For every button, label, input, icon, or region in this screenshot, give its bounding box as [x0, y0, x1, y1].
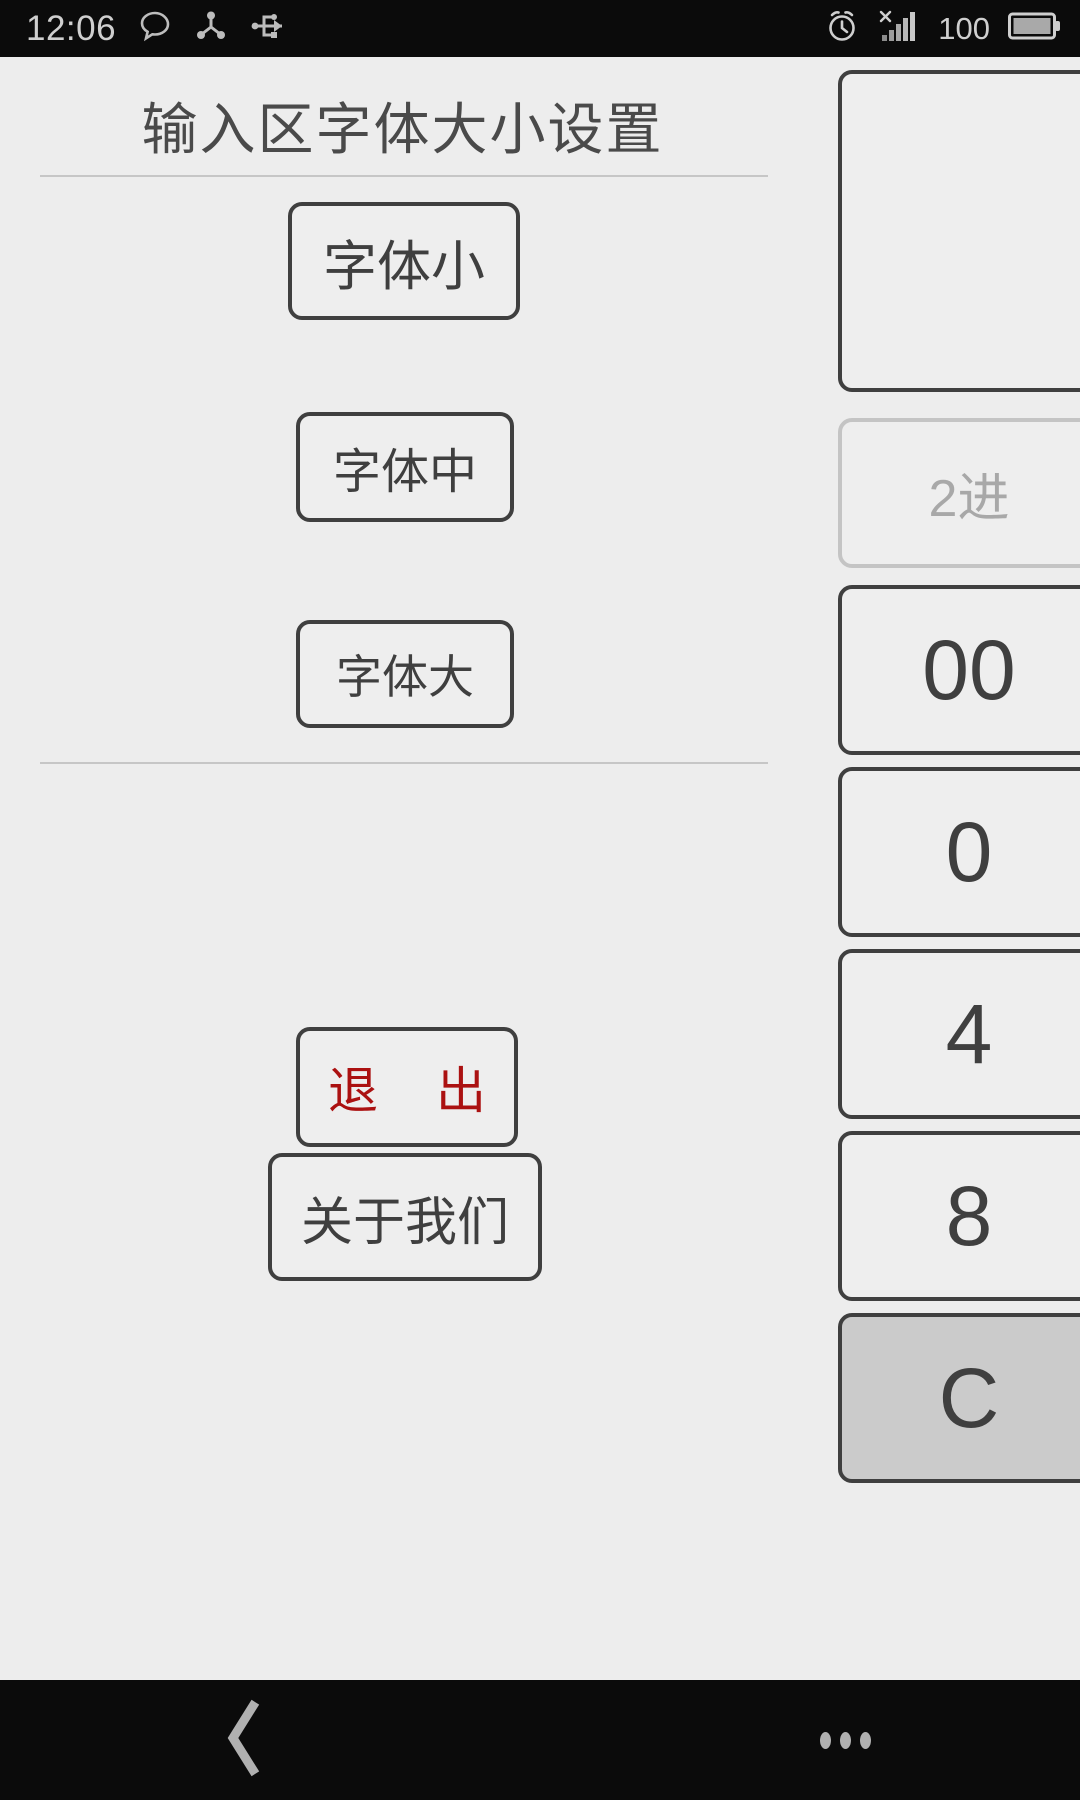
status-bar-right: 100 — [824, 8, 1062, 49]
calc-display — [838, 70, 1080, 392]
battery-icon — [1008, 9, 1062, 48]
calc-eight-button[interactable]: 8 — [838, 1131, 1080, 1301]
share-nodes-icon — [194, 9, 228, 48]
overflow-menu-icon-dot2 — [839, 1731, 851, 1749]
calc-clear-button[interactable]: C — [838, 1313, 1080, 1483]
divider-middle — [40, 762, 768, 764]
about-us-button[interactable]: 关于我们 — [268, 1153, 542, 1281]
speech-bubble-icon — [138, 9, 172, 48]
back-button[interactable] — [185, 1680, 305, 1800]
usb-icon — [250, 9, 288, 48]
status-bar: 12:06 100 — [0, 0, 1080, 57]
font-size-medium-button[interactable]: 字体中 — [296, 412, 514, 522]
battery-percent-label: 100 — [938, 11, 990, 46]
status-bar-clock: 12:06 — [26, 9, 117, 48]
alarm-clock-icon — [824, 8, 860, 49]
exit-button[interactable]: 退 出 — [296, 1027, 518, 1147]
calc-zero-button[interactable]: 0 — [838, 767, 1080, 937]
page-title: 输入区字体大小设置 — [141, 98, 664, 161]
calc-base2-button[interactable]: 2进 — [838, 418, 1080, 568]
signal-no-sim-icon — [878, 8, 920, 49]
status-bar-left: 12:06 — [26, 9, 288, 48]
divider-top — [40, 175, 768, 177]
overflow-menu-icon — [819, 1731, 831, 1749]
system-navigation-bar — [0, 1680, 1080, 1800]
calculator-keypad-column: 2进 00 0 4 8 C — [818, 57, 1080, 1680]
font-size-large-button[interactable]: 字体大 — [296, 620, 514, 728]
calc-four-button[interactable]: 4 — [838, 949, 1080, 1119]
overflow-menu-button[interactable] — [785, 1680, 905, 1800]
font-size-small-button[interactable]: 字体小 — [288, 202, 520, 320]
font-size-settings-panel: 输入区字体大小设置 字体小 字体中 字体大 退 出 关于我们 — [0, 57, 805, 1680]
back-icon — [215, 1698, 275, 1783]
calc-double-zero-button[interactable]: 00 — [838, 585, 1080, 755]
overflow-menu-icon-dot3 — [859, 1731, 871, 1749]
